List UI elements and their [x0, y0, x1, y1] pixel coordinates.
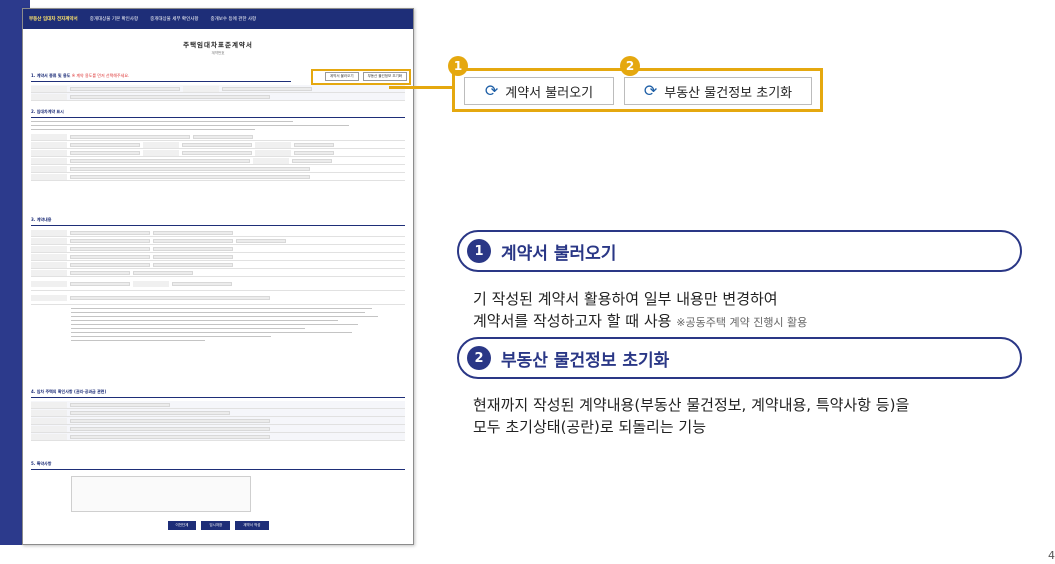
write-contract-button[interactable]: 계약서 작성 — [235, 521, 269, 530]
contract-form-screenshot: 부동산 임대차 전자계약서 중개대상물 기본 확인사항 중개대상물 세부 확인사… — [22, 8, 414, 545]
form-bottom-buttons: 이전단계 임시저장 계약서 작성 — [23, 521, 413, 530]
prev-step-button[interactable]: 이전단계 — [167, 521, 197, 530]
form-section-5: 5. 특약사항 — [31, 461, 405, 512]
feature-1-note: ※공동주택 계약 진행시 활용 — [676, 316, 808, 329]
callout-connector — [389, 86, 454, 89]
feature-1-title: 계약서 불러오기 — [501, 243, 617, 264]
feature-1-heading: 1 계약서 불러오기 — [457, 230, 1022, 272]
feature-1-number: 1 — [467, 239, 491, 263]
callout-badge-1: 1 — [448, 56, 468, 76]
section-2-title: 2. 임대차계약 표시 — [31, 109, 405, 118]
reset-property-info-button[interactable]: ⟳ 부동산 물건정보 초기화 — [624, 77, 812, 105]
feature-1-description: 기 작성된 계약서 활용하여 일부 내용만 변경하여 계약서를 작성하고자 할 … — [473, 288, 807, 334]
feature-2-description: 현재까지 작성된 계약내용(부동산 물건정보, 계약내용, 특약사항 등)을 모… — [473, 394, 909, 438]
reset-property-label: 부동산 물건정보 초기화 — [664, 85, 793, 101]
page-number: 4 — [1048, 549, 1055, 562]
form-tab-bar: 부동산 임대차 전자계약서 중개대상물 기본 확인사항 중개대상물 세부 확인사… — [23, 9, 413, 29]
temp-save-button[interactable]: 임시저장 — [201, 521, 231, 530]
form-section-3: 3. 계약내용 — [31, 217, 405, 344]
tab-contract[interactable]: 부동산 임대차 전자계약서 — [29, 16, 78, 22]
form-subtitle: 계약번호 — [211, 51, 225, 55]
feature-2-title: 부동산 물건정보 초기화 — [501, 350, 670, 371]
form-section-2: 2. 임대차계약 표시 — [31, 109, 405, 181]
load-contract-button[interactable]: ⟳ 계약서 불러오기 — [464, 77, 614, 105]
tab-fee[interactable]: 중개보수 등에 관한 사항 — [211, 16, 257, 22]
tab-basic-check[interactable]: 중개대상물 기본 확인사항 — [90, 16, 138, 22]
section-1-title: 1. 계약서 종류 및 용도 — [31, 73, 71, 78]
section-1-note: ※ 계약 용도를 먼저 선택해주세요. — [71, 73, 130, 78]
refresh-icon: ⟳ — [643, 81, 658, 100]
callout-badge-2: 2 — [620, 56, 640, 76]
form-section-4: 4. 임차 주택의 확인사항 (권리·공과금 관련) — [31, 389, 405, 441]
feature-2-number: 2 — [467, 346, 491, 370]
load-contract-label: 계약서 불러오기 — [505, 85, 594, 101]
feature-1-desc-line1: 기 작성된 계약서 활용하여 일부 내용만 변경하여 — [473, 290, 778, 308]
feature-2-heading: 2 부동산 물건정보 초기화 — [457, 337, 1022, 379]
tab-detail-check[interactable]: 중개대상물 세부 확인사항 — [150, 16, 198, 22]
section-4-title: 4. 임차 주택의 확인사항 (권리·공과금 관련) — [31, 389, 405, 398]
special-terms-textarea[interactable] — [71, 476, 251, 512]
refresh-icon: ⟳ — [484, 81, 499, 100]
form-section-1: 1. 계약서 종류 및 용도 ※ 계약 용도를 먼저 선택해주세요. — [31, 73, 405, 101]
zoomed-button-panel: ⟳ 계약서 불러오기 ⟳ 부동산 물건정보 초기화 — [452, 68, 823, 112]
feature-2-desc-line1: 현재까지 작성된 계약내용(부동산 물건정보, 계약내용, 특약사항 등)을 — [473, 396, 910, 414]
section-3-title: 3. 계약내용 — [31, 217, 405, 226]
form-title: 주택임대차표준계약서 — [183, 41, 253, 49]
feature-2-desc-line2: 모두 초기상태(공란)로 되돌리는 기능 — [473, 418, 707, 436]
feature-1-desc-line2: 계약서를 작성하고자 할 때 사용 — [473, 312, 672, 330]
section-5-title: 5. 특약사항 — [31, 461, 405, 470]
